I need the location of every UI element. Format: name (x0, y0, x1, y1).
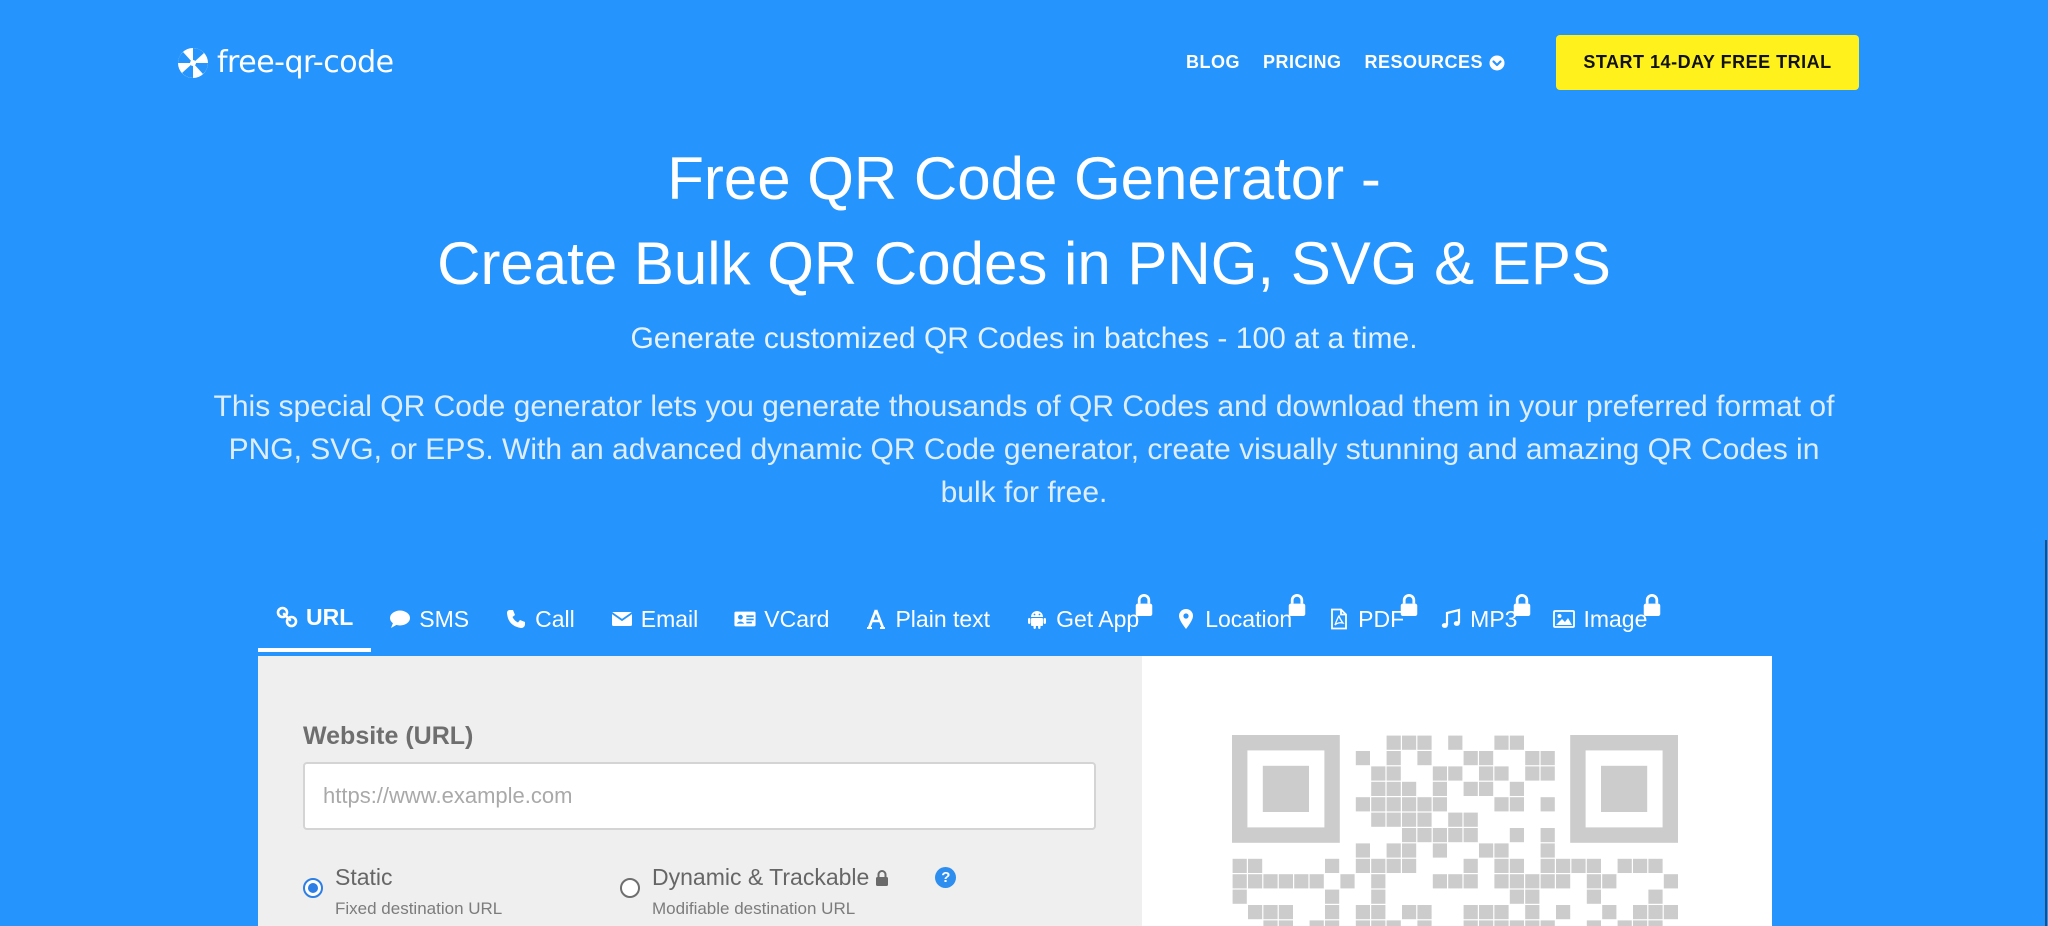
lock-icon (876, 869, 889, 886)
hero-title-line-2: Create Bulk QR Codes in PNG, SVG & EPS (437, 230, 1611, 297)
tab-mp3[interactable]: MP3 (1422, 586, 1535, 652)
lock-icon (1644, 594, 1661, 616)
website-url-input[interactable] (303, 762, 1096, 830)
tab-mp3-label: MP3 (1470, 605, 1518, 632)
nav-pricing-link[interactable]: PRICING (1263, 52, 1342, 73)
lock-icon (1400, 594, 1418, 616)
tab-vcard[interactable]: VCard (716, 586, 847, 652)
hero-title-line-1: Free QR Code Generator - (667, 145, 1381, 212)
help-icon[interactable]: ? (935, 867, 957, 888)
dynamic-option[interactable]: Dynamic & Trackable ? Modifiable destina… (620, 864, 957, 919)
pinwheel-logo-icon (178, 47, 208, 78)
lock-icon (1514, 594, 1531, 616)
logo-text: free-qr-code (217, 45, 394, 80)
tab-url[interactable]: URL (258, 586, 372, 652)
tab-location-label: Location (1205, 605, 1293, 632)
tab-call-label: Call (535, 605, 575, 632)
nav-blog-link[interactable]: BLOG (1186, 52, 1240, 73)
tab-email-label: Email (640, 605, 699, 632)
image-icon (1553, 610, 1576, 628)
dynamic-title: Dynamic & Trackable (652, 864, 870, 890)
tab-get-app[interactable]: Get App (1008, 586, 1157, 652)
hero-subtitle: Generate customized QR Codes in batches … (630, 322, 1418, 355)
hero-description: This special QR Code generator lets you … (213, 390, 1835, 509)
link-icon (276, 606, 298, 628)
contact-card-icon (734, 611, 756, 627)
chevron-down-circle-icon (1489, 55, 1505, 70)
tab-image[interactable]: Image (1535, 586, 1665, 652)
static-option[interactable]: Static Fixed destination URL (303, 864, 502, 919)
tab-sms[interactable]: SMS (371, 586, 487, 652)
dynamic-radio[interactable] (620, 878, 640, 898)
lock-icon (1288, 594, 1306, 616)
lock-icon (1135, 594, 1153, 616)
tab-image-label: Image (1583, 605, 1648, 632)
tab-sms-label: SMS (419, 605, 470, 632)
tab-get-app-label: Get App (1056, 605, 1140, 632)
tab-vcard-label: VCard (764, 605, 830, 632)
tab-call[interactable]: Call (487, 586, 593, 652)
static-title: Static (335, 864, 393, 890)
tab-location[interactable]: Location (1157, 586, 1310, 652)
website-url-label: Website (URL) (303, 722, 474, 750)
music-note-icon (1441, 608, 1461, 628)
phone-icon (507, 610, 526, 628)
nav-resources-link[interactable]: RESOURCES (1365, 52, 1506, 73)
tab-pdf[interactable]: PDF (1310, 586, 1422, 652)
map-pin-icon (1179, 609, 1194, 629)
nav-resources-label: RESOURCES (1364, 52, 1484, 72)
static-radio[interactable] (303, 878, 323, 898)
envelope-icon (611, 612, 633, 626)
static-subtitle: Fixed destination URL (335, 899, 503, 918)
main-nav: BLOG PRICING RESOURCES (1186, 52, 1505, 73)
dynamic-subtitle: Modifiable destination URL (652, 899, 856, 918)
qr-code-preview (1232, 735, 1678, 926)
scrollbar-edge (2045, 540, 2047, 926)
start-free-trial-button[interactable]: START 14-DAY FREE TRIAL (1556, 35, 1859, 90)
font-icon (867, 609, 886, 629)
dynamic-title-row: Dynamic & Trackable ? (652, 864, 957, 891)
tab-plain-text-label: Plain text (895, 605, 991, 632)
qr-code-image (1232, 735, 1678, 926)
speech-bubble-icon (390, 610, 411, 628)
tab-email[interactable]: Email (593, 586, 717, 652)
pdf-file-icon (1331, 608, 1348, 630)
qr-preview-panel (1142, 656, 1772, 926)
logo[interactable]: free-qr-code (177, 45, 394, 80)
android-icon (1028, 611, 1047, 629)
tab-url-label: URL (306, 603, 354, 630)
url-form-panel: Website (URL) Static Fixed destination U… (258, 656, 1142, 926)
tab-plain-text[interactable]: Plain text (847, 586, 1008, 652)
qr-type-tabs: URL SMS Call Email VCard Plain text Get … (258, 586, 1772, 652)
